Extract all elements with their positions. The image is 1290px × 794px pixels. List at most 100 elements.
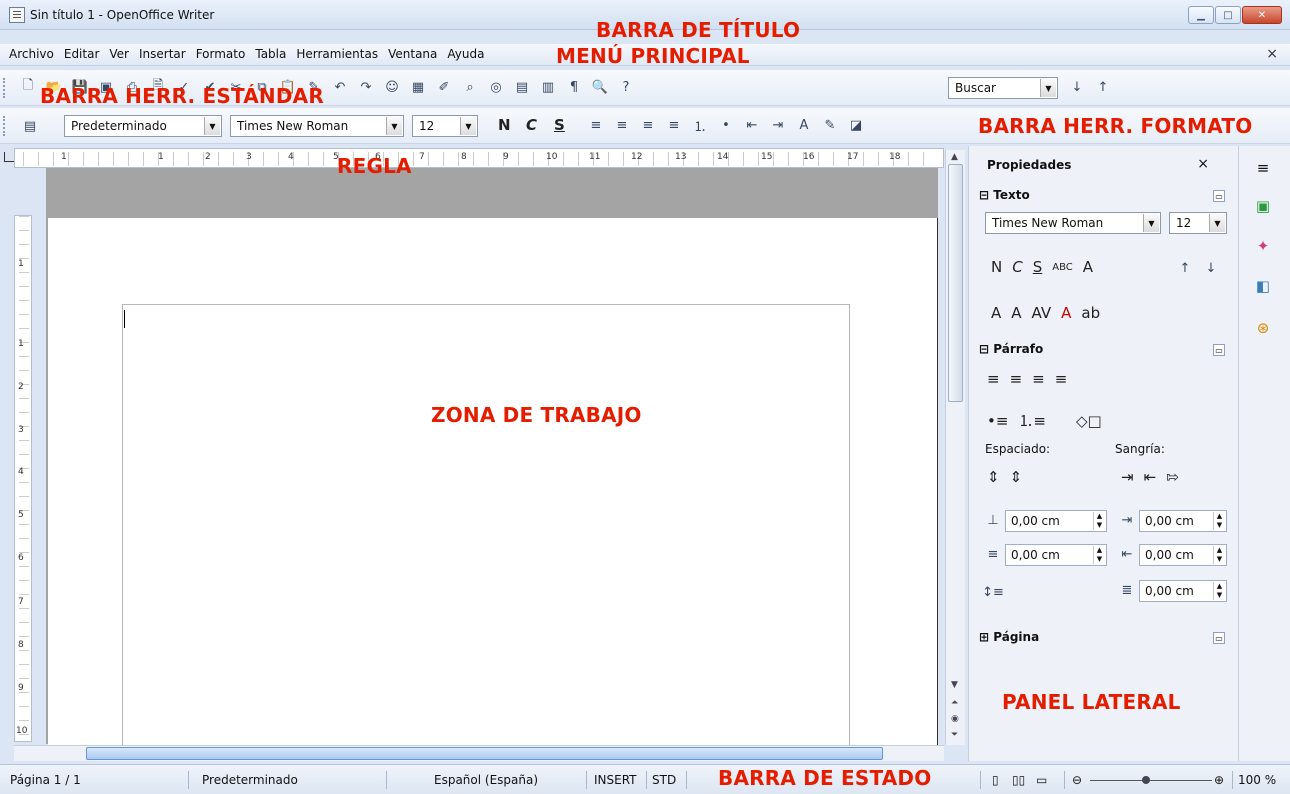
align-center-icon[interactable]: ≡ [612, 115, 632, 135]
multi-page-view-icon[interactable]: ▯▯ [1012, 773, 1025, 787]
spin-arrows-icon[interactable]: ▲ ▼ [1213, 512, 1225, 530]
underline-button[interactable]: S [1033, 258, 1043, 276]
font-color-button[interactable]: A [1061, 304, 1071, 322]
styles-icon[interactable]: ✦ [1251, 234, 1275, 258]
navigator-icon[interactable]: ◎ [486, 77, 506, 97]
font-size-select[interactable]: 12 ▼ [412, 115, 478, 137]
zoom-percentage[interactable]: 100 % [1238, 773, 1276, 787]
minimize-button[interactable]: ▁ [1188, 6, 1214, 24]
numbering-icon[interactable]: ⒈≡ [1018, 410, 1046, 431]
bullets-icon[interactable]: • [716, 115, 736, 135]
first-line-indent-spinbox[interactable]: 0,00 cm ▲ ▼ [1139, 580, 1227, 602]
page-style-status[interactable]: Predeterminado [202, 773, 298, 787]
menu-item-ventana[interactable]: Ventana [387, 47, 438, 61]
justify-icon[interactable]: ≡ [664, 115, 684, 135]
menu-item-archivo[interactable]: Archivo [8, 47, 55, 61]
sidebar-font-size-select[interactable]: 12 ▼ [1169, 212, 1227, 234]
character-spacing-button[interactable]: AV [1032, 304, 1052, 322]
expand-icon[interactable]: ⊟ [979, 342, 989, 356]
background-color-icon[interactable]: ◇□ [1076, 412, 1102, 430]
decrease-indent-icon[interactable]: ⇤ [1144, 468, 1157, 486]
scroll-up-icon[interactable]: ▲ [951, 152, 958, 162]
document-close-button[interactable]: × [1266, 46, 1278, 62]
menu-item-insertar[interactable]: Insertar [138, 47, 187, 61]
paragraph-marks-icon[interactable]: ¶ [564, 77, 584, 97]
shrink-font-button[interactable]: A [1011, 304, 1021, 322]
database-icon[interactable]: ▥ [538, 77, 558, 97]
subscript-icon[interactable]: ↓ [1201, 258, 1221, 278]
zoom-out-icon[interactable]: ⊖ [1072, 773, 1082, 787]
table-icon[interactable]: ▦ [408, 77, 428, 97]
highlight-icon[interactable]: ✎ [820, 115, 840, 135]
chevron-down-icon[interactable]: ▼ [1143, 214, 1159, 232]
chevron-down-icon[interactable]: ▼ [460, 117, 476, 135]
spin-arrows-icon[interactable]: ▲ ▼ [1093, 512, 1105, 530]
fields-icon[interactable]: ▤ [512, 77, 532, 97]
expand-icon[interactable]: ⊟ [979, 188, 989, 202]
spin-arrows-icon[interactable]: ▲ ▼ [1213, 582, 1225, 600]
zoom-in-icon[interactable]: ⊕ [1214, 773, 1224, 787]
prev-page-icon[interactable]: ⏶ [951, 698, 958, 708]
more-options-icon[interactable]: ▭ [1213, 344, 1225, 356]
menu-item-tabla[interactable]: Tabla [254, 47, 287, 61]
gallery-icon[interactable]: ☺ [382, 77, 402, 97]
toolbar-grip[interactable] [3, 78, 7, 98]
book-view-icon[interactable]: ▭ [1036, 773, 1047, 787]
vertical-scroll-thumb[interactable] [948, 164, 963, 402]
expand-icon[interactable]: ⊞ [979, 630, 989, 644]
chevron-down-icon[interactable]: ▼ [204, 117, 220, 135]
font-name-select[interactable]: Times New Roman ▼ [230, 115, 404, 137]
increase-indent-icon[interactable]: ⇥ [1121, 468, 1134, 486]
vertical-ruler[interactable]: 1 1 2 3 4 5 6 7 8 9 10 [14, 215, 32, 743]
align-left-icon[interactable]: ≡ [987, 370, 1000, 388]
more-options-icon[interactable]: ▭ [1213, 632, 1225, 644]
close-icon[interactable]: × [1197, 156, 1209, 172]
properties-icon[interactable]: ▣ [1251, 194, 1275, 218]
navigation-icon[interactable]: ◉ [951, 714, 959, 724]
justify-icon[interactable]: ≡ [1055, 370, 1068, 388]
horizontal-scroll-thumb[interactable] [86, 747, 883, 760]
single-page-view-icon[interactable]: ▯ [992, 773, 999, 787]
close-button[interactable]: ✕ [1242, 6, 1282, 24]
spin-arrows-icon[interactable]: ▲ ▼ [1213, 546, 1225, 564]
tab-type-icon[interactable] [4, 152, 14, 162]
align-right-icon[interactable]: ≡ [638, 115, 658, 135]
search-input[interactable]: Buscar ▼ [948, 77, 1058, 99]
italic-button[interactable]: C [1012, 258, 1022, 276]
next-page-icon[interactable]: ⏷ [951, 730, 958, 740]
insert-mode-status[interactable]: INSERT [594, 773, 637, 787]
hanging-indent-icon[interactable]: ⇰ [1166, 468, 1179, 486]
increase-indent-icon[interactable]: ⇥ [768, 115, 788, 135]
increase-spacing-icon[interactable]: ⇕ [987, 468, 1000, 486]
highlight-button[interactable]: ab [1081, 304, 1100, 322]
decrease-spacing-icon[interactable]: ⇕ [1010, 468, 1023, 486]
before-text-indent-spinbox[interactable]: 0,00 cm ▲ ▼ [1139, 510, 1227, 532]
new-icon[interactable]: 🗋 [18, 77, 38, 97]
zoom-icon[interactable]: 🔍 [590, 77, 610, 97]
navigator-icon[interactable]: ⊛ [1251, 316, 1275, 340]
sidebar-menu-icon[interactable]: ≡ [1251, 156, 1275, 180]
spin-arrows-icon[interactable]: ▲ ▼ [1093, 546, 1105, 564]
document-page[interactable] [48, 218, 938, 754]
help-icon[interactable]: ? [616, 77, 636, 97]
toolbar-grip[interactable] [3, 116, 7, 136]
bold-button[interactable]: N [498, 116, 511, 134]
find-previous-icon[interactable]: ↑ [1093, 77, 1113, 97]
document-canvas[interactable] [46, 168, 938, 754]
zoom-slider-handle[interactable] [1142, 776, 1150, 784]
menu-item-formato[interactable]: Formato [195, 47, 247, 61]
line-spacing-icon[interactable]: ↕≡ [982, 582, 1004, 602]
font-color-icon[interactable]: A [794, 115, 814, 135]
italic-button[interactable]: C [526, 116, 537, 134]
more-options-icon[interactable]: ▭ [1213, 190, 1225, 202]
space-above-spinbox[interactable]: 0,00 cm ▲ ▼ [1005, 510, 1107, 532]
sidebar-font-name-select[interactable]: Times New Roman ▼ [985, 212, 1161, 234]
gallery-icon[interactable]: ◧ [1251, 274, 1275, 298]
horizontal-scrollbar[interactable] [14, 745, 944, 761]
space-below-spinbox[interactable]: 0,00 cm ▲ ▼ [1005, 544, 1107, 566]
underline-button[interactable]: S [554, 116, 565, 134]
draw-icon[interactable]: ✐ [434, 77, 454, 97]
language-status[interactable]: Español (España) [434, 773, 538, 787]
paragraph-style-select[interactable]: Predeterminado ▼ [64, 115, 222, 137]
after-text-indent-spinbox[interactable]: 0,00 cm ▲ ▼ [1139, 544, 1227, 566]
